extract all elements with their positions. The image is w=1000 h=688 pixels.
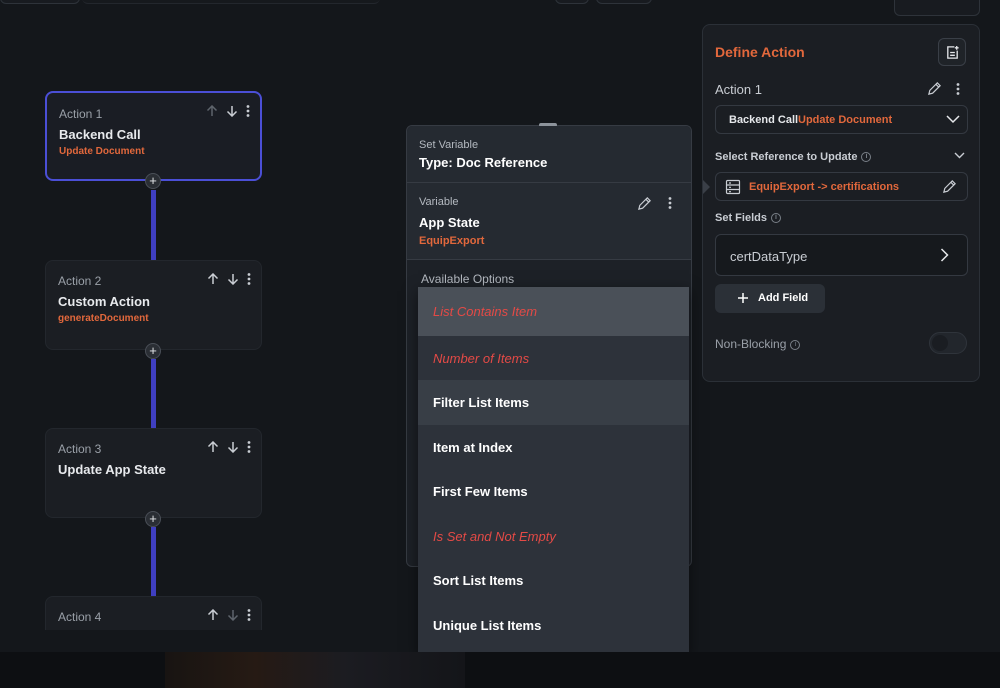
available-options-label: Available Options xyxy=(421,272,515,286)
variable-label: Variable xyxy=(419,196,459,208)
non-blocking-toggle[interactable] xyxy=(929,332,967,354)
option-sort-list-items[interactable]: Sort List Items xyxy=(418,559,689,604)
action-connector xyxy=(151,527,156,596)
chevron-right-icon xyxy=(940,248,949,262)
top-toolbar-bar xyxy=(82,0,380,4)
action-subtitle: Update Document xyxy=(59,146,145,157)
info-icon[interactable]: i xyxy=(790,339,801,350)
variable-source-section[interactable]: Variable App State EquipExport xyxy=(407,183,691,260)
action-card-4[interactable]: Action 4 xyxy=(45,596,262,630)
action-subtype: Update Document xyxy=(798,114,893,126)
option-item-at-index[interactable]: Item at Index xyxy=(418,425,689,470)
action-type: Backend Call xyxy=(729,114,799,126)
more-vertical-icon[interactable] xyxy=(247,273,251,285)
define-action-panel: Define Action Action 1 Backend Call Upda… xyxy=(702,24,980,382)
action-card-3[interactable]: Action 3 Update App State + xyxy=(45,428,262,527)
info-icon[interactable]: i xyxy=(770,213,781,224)
add-field-button[interactable]: Add Field xyxy=(715,284,825,313)
reference-field[interactable]: EquipExport -> certifications xyxy=(715,172,968,201)
arrow-up-icon[interactable] xyxy=(207,609,219,621)
arrow-down-icon[interactable] xyxy=(226,105,238,117)
arrow-down-icon[interactable] xyxy=(227,441,239,453)
database-icon xyxy=(725,179,741,195)
add-action-button[interactable]: + xyxy=(145,173,161,189)
more-vertical-icon[interactable] xyxy=(668,197,672,209)
option-filter-list-items[interactable]: Filter List Items xyxy=(418,380,689,425)
notes-icon xyxy=(947,45,959,59)
more-vertical-icon[interactable] xyxy=(247,609,251,621)
arrow-down-icon[interactable] xyxy=(227,609,239,621)
edit-icon[interactable] xyxy=(927,81,942,96)
set-variable-label: Set Variable xyxy=(419,139,479,151)
edit-icon[interactable] xyxy=(637,196,652,211)
option-first-few-items[interactable]: First Few Items xyxy=(418,470,689,515)
action-number: Action 1 xyxy=(59,107,103,121)
option-unique-list-items[interactable]: Unique List Items xyxy=(418,603,689,648)
arrow-up-icon[interactable] xyxy=(207,273,219,285)
arrow-up-icon[interactable] xyxy=(207,441,219,453)
more-vertical-icon[interactable] xyxy=(246,105,250,117)
toggle-knob xyxy=(932,335,948,351)
top-toolbar-button-1[interactable] xyxy=(555,0,589,4)
field-row[interactable]: certDataType xyxy=(715,234,968,276)
action-card-1[interactable]: Action 1 Backend Call Update Document + xyxy=(45,91,262,189)
add-action-button[interactable]: + xyxy=(145,511,161,527)
action-name: Action 1 xyxy=(715,82,762,97)
action-number: Action 3 xyxy=(58,442,102,456)
variable-source: App State xyxy=(419,215,480,230)
notes-button[interactable] xyxy=(938,38,966,66)
action-number: Action 4 xyxy=(58,610,102,624)
option-number-of-items[interactable]: Number of Items xyxy=(418,336,689,380)
chevron-down-icon xyxy=(946,115,960,124)
top-toolbar-button-2[interactable] xyxy=(596,0,652,4)
define-action-title: Define Action xyxy=(715,44,805,60)
reference-label-row: Select Reference to Update i xyxy=(715,151,872,163)
reference-label: Select Reference to Update xyxy=(715,151,858,163)
action-subtitle: generateDocument xyxy=(58,313,149,324)
action-connector xyxy=(151,190,156,260)
bottom-bar xyxy=(0,652,1000,688)
set-fields-label-row: Set Fields i xyxy=(715,212,781,224)
action-number: Action 2 xyxy=(58,274,102,288)
bottom-preview xyxy=(165,652,465,688)
plus-icon xyxy=(738,293,748,303)
more-vertical-icon[interactable] xyxy=(956,83,960,95)
top-toolbar-field[interactable] xyxy=(0,0,80,4)
action-title: Custom Action xyxy=(58,294,150,309)
action-connector xyxy=(151,359,156,428)
more-vertical-icon[interactable] xyxy=(247,441,251,453)
arrow-up-icon[interactable] xyxy=(206,105,218,117)
variable-type: Type: Doc Reference xyxy=(419,155,548,170)
edit-icon[interactable] xyxy=(942,179,957,194)
action-card-2[interactable]: Action 2 Custom Action generateDocument … xyxy=(45,260,262,359)
non-blocking-label-row: Non-Blocking i xyxy=(715,337,801,351)
action-type-select[interactable]: Backend Call Update Document xyxy=(715,105,968,134)
variable-name: EquipExport xyxy=(419,235,485,247)
arrow-down-icon[interactable] xyxy=(227,273,239,285)
info-icon[interactable]: i xyxy=(861,152,872,163)
add-action-button[interactable]: + xyxy=(145,343,161,359)
reference-value: EquipExport -> certifications xyxy=(749,181,900,193)
action-title: Backend Call xyxy=(59,127,141,142)
chevron-down-icon[interactable] xyxy=(954,152,965,159)
reference-pointer xyxy=(703,180,710,194)
set-fields-label: Set Fields xyxy=(715,212,767,224)
non-blocking-label: Non-Blocking xyxy=(715,337,787,351)
available-options-dropdown[interactable]: List Contains Item Number of Items Filte… xyxy=(418,287,689,654)
add-field-label: Add Field xyxy=(758,292,809,304)
action-title: Update App State xyxy=(58,462,166,477)
field-name: certDataType xyxy=(730,249,808,264)
option-is-set-and-not-empty[interactable]: Is Set and Not Empty xyxy=(418,514,689,559)
option-list-contains-item[interactable]: List Contains Item xyxy=(418,287,689,336)
variable-type-header: Set Variable Type: Doc Reference xyxy=(407,126,691,183)
top-toolbar-button-3[interactable] xyxy=(894,0,980,16)
